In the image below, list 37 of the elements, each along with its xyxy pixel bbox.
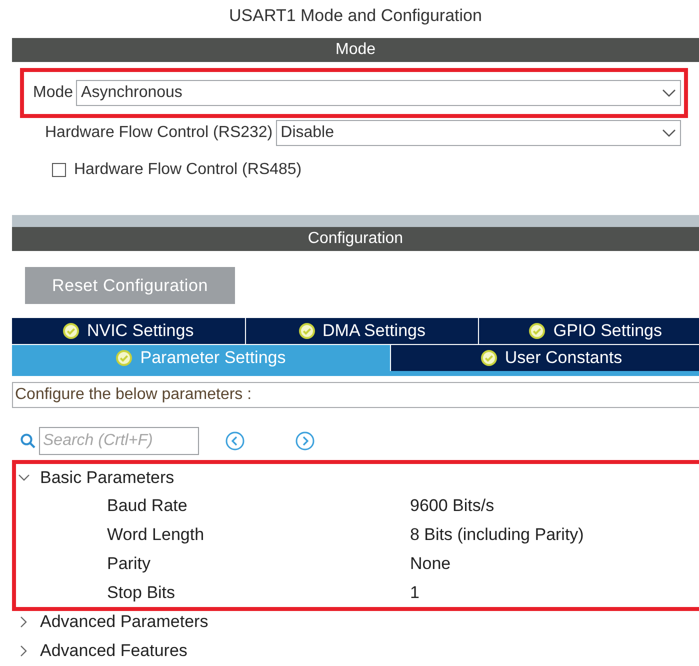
- chevron-down-icon[interactable]: [18, 474, 30, 482]
- parameter-name: Parity: [106, 554, 152, 574]
- dropdown[interactable]: Disable: [276, 120, 681, 146]
- check-circle-icon: [116, 350, 132, 366]
- search-field[interactable]: Search (Crtl+F): [39, 427, 199, 455]
- parameter-name: Word Length: [106, 524, 206, 544]
- check-circle-icon: [62, 323, 79, 339]
- parameter-name: Baud Rate: [106, 496, 188, 516]
- field-label: Mode: [33, 84, 74, 102]
- field-label: Hardware Flow Control (RS232): [45, 124, 273, 142]
- tab[interactable]: DMA Settings: [246, 318, 478, 344]
- check-circle-icon: [529, 323, 546, 339]
- panel-title: USART1 Mode and Configuration: [228, 5, 483, 27]
- section-header: Mode: [12, 38, 699, 62]
- parameter-value: 1: [410, 582, 420, 602]
- parameter-value: None: [410, 554, 451, 574]
- parameter-value: 9600 Bits/s: [410, 496, 494, 516]
- tab[interactable]: NVIC Settings: [12, 318, 245, 344]
- parameter-value: 8 Bits (including Parity): [410, 524, 584, 544]
- previous-icon[interactable]: [225, 431, 245, 451]
- tree-group[interactable]: Basic Parameters: [16, 464, 699, 491]
- check-circle-icon: [298, 323, 314, 339]
- check-circle-icon: [480, 350, 497, 366]
- tab[interactable]: GPIO Settings: [479, 318, 699, 344]
- description-field: Configure the below parameters :: [12, 382, 699, 408]
- next-icon[interactable]: [295, 431, 315, 451]
- tree-group[interactable]: Advanced Features: [12, 636, 699, 665]
- tree-group[interactable]: Advanced Parameters: [12, 607, 699, 636]
- checkbox[interactable]: [52, 163, 66, 177]
- checkbox-label: Hardware Flow Control (RS485): [74, 161, 302, 179]
- tab[interactable]: User Constants: [391, 345, 699, 371]
- chevron-down-icon: [662, 129, 676, 137]
- chevron-down-icon: [662, 89, 676, 97]
- parameter-name: Stop Bits: [106, 582, 176, 602]
- dropdown[interactable]: Asynchronous: [76, 80, 681, 106]
- search-icon[interactable]: [20, 433, 36, 449]
- section-header: Configuration: [12, 227, 699, 251]
